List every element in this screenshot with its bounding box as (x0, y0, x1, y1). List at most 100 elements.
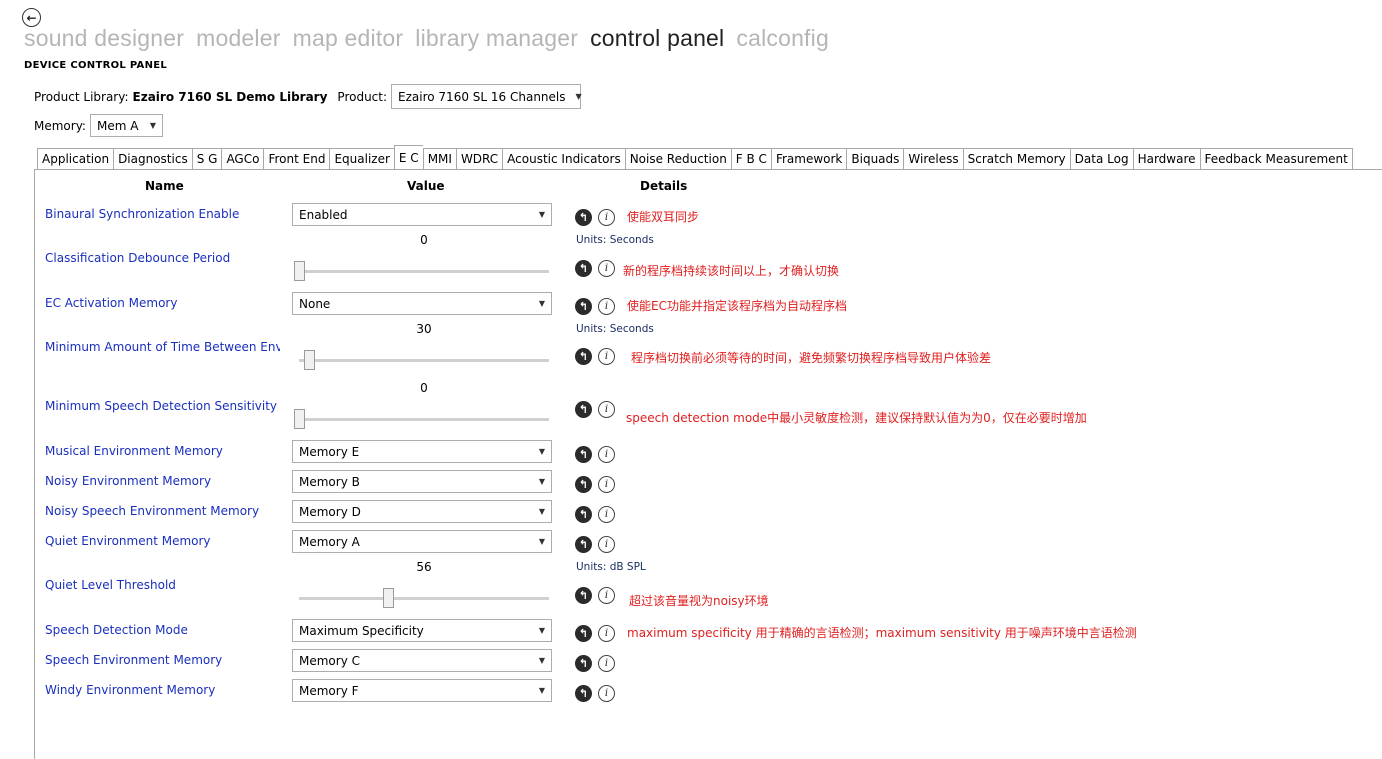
nav-modeler[interactable]: modeler (196, 25, 281, 52)
param-name: Classification Debounce Period (45, 251, 231, 265)
param-name: Quiet Level Threshold (45, 578, 176, 592)
param-dropdown[interactable]: Memory A ▼ (292, 530, 552, 553)
reset-icon[interactable]: ↰ (575, 625, 592, 642)
slider-track[interactable] (299, 418, 549, 421)
tab-noise-reduction[interactable]: Noise Reduction (624, 148, 731, 170)
reset-icon[interactable]: ↰ (575, 209, 592, 226)
param-dropdown-value: Memory B (299, 474, 360, 489)
tab-biquads[interactable]: Biquads (846, 148, 904, 170)
product-row: Product Library: Ezairo 7160 SL Demo Lib… (34, 84, 582, 109)
chevron-down-icon: ▼ (538, 299, 545, 308)
tab-front-end[interactable]: Front End (263, 148, 330, 170)
info-icon[interactable]: i (598, 260, 615, 277)
product-library-value: Ezairo 7160 SL Demo Library (132, 89, 328, 104)
tab-e-c[interactable]: E C (393, 145, 423, 170)
param-name: Minimum Speech Detection Sensitivity (45, 399, 278, 413)
column-header-name: Name (145, 179, 184, 193)
tab-data-log[interactable]: Data Log (1069, 148, 1133, 170)
reset-icon[interactable]: ↰ (575, 446, 592, 463)
slider-value: 30 (416, 322, 432, 336)
info-icon[interactable]: i (598, 655, 615, 672)
param-dropdown[interactable]: Maximum Specificity ▼ (292, 619, 552, 642)
reset-icon[interactable]: ↰ (575, 685, 592, 702)
reset-icon[interactable]: ↰ (575, 506, 592, 523)
param-dropdown[interactable]: Enabled ▼ (292, 203, 552, 226)
tab-f-b-c[interactable]: F B C (730, 148, 771, 170)
nav-control-panel[interactable]: control panel (590, 25, 724, 52)
param-dropdown-value: Memory E (299, 444, 360, 459)
info-icon[interactable]: i (598, 506, 615, 523)
param-note: 超过该音量视为noisy环境 (629, 594, 769, 608)
param-note: 新的程序档持续该时间以上，才确认切换 (623, 264, 840, 278)
slider-track[interactable] (299, 597, 549, 600)
info-icon[interactable]: i (598, 209, 615, 226)
param-dropdown[interactable]: None ▼ (292, 292, 552, 315)
chevron-down-icon: ▼ (538, 686, 545, 695)
tab-acoustic-indicators[interactable]: Acoustic Indicators (502, 148, 625, 170)
memory-select[interactable]: Mem A ▼ (89, 114, 163, 137)
tab-wireless[interactable]: Wireless (903, 148, 963, 170)
tab-agco[interactable]: AGCo (221, 148, 264, 170)
reset-icon[interactable]: ↰ (575, 401, 592, 418)
slider-thumb[interactable] (304, 350, 315, 370)
param-name: Noisy Speech Environment Memory (45, 504, 260, 518)
param-name: Speech Environment Memory (45, 653, 223, 667)
param-name: EC Activation Memory (45, 296, 178, 310)
reset-icon[interactable]: ↰ (575, 476, 592, 493)
param-dropdown[interactable]: Memory B ▼ (292, 470, 552, 493)
tab-framework[interactable]: Framework (770, 148, 847, 170)
nav-calconfig[interactable]: calconfig (736, 25, 829, 52)
slider-thumb[interactable] (294, 409, 305, 429)
reset-icon[interactable]: ↰ (575, 655, 592, 672)
slider-thumb[interactable] (294, 261, 305, 281)
chevron-down-icon: ▼ (538, 626, 545, 635)
chevron-down-icon: ▼ (538, 477, 545, 486)
info-icon[interactable]: i (598, 348, 615, 365)
units-label: Units: Seconds (576, 323, 654, 335)
tab-equalizer[interactable]: Equalizer (329, 148, 394, 170)
info-icon[interactable]: i (598, 536, 615, 553)
tab-hardware[interactable]: Hardware (1132, 148, 1200, 170)
page-title: DEVICE CONTROL PANEL (24, 60, 168, 71)
tab-diagnostics[interactable]: Diagnostics (113, 148, 192, 170)
param-dropdown[interactable]: Memory F ▼ (292, 679, 552, 702)
nav-sound-designer[interactable]: sound designer (24, 25, 184, 52)
slider-track[interactable] (299, 270, 549, 273)
product-select[interactable]: Ezairo 7160 SL 16 Channels ▼ (391, 84, 582, 109)
slider-thumb[interactable] (383, 588, 394, 608)
info-icon[interactable]: i (598, 685, 615, 702)
tab-feedback-measurement[interactable]: Feedback Measurement (1199, 148, 1353, 170)
info-icon[interactable]: i (598, 476, 615, 493)
reset-icon[interactable]: ↰ (575, 587, 592, 604)
tab-s-g[interactable]: S G (191, 148, 222, 170)
nav-map-editor[interactable]: map editor (293, 25, 404, 52)
param-note: 使能EC功能并指定该程序档为自动程序档 (627, 299, 847, 313)
param-dropdown[interactable]: Memory C ▼ (292, 649, 552, 672)
units-label: Units: Seconds (576, 234, 654, 246)
param-dropdown[interactable]: Memory E ▼ (292, 440, 552, 463)
reset-icon[interactable]: ↰ (575, 298, 592, 315)
reset-icon[interactable]: ↰ (575, 348, 592, 365)
tab-scratch-memory[interactable]: Scratch Memory (962, 148, 1070, 170)
chevron-down-icon: ▼ (575, 92, 582, 101)
info-icon[interactable]: i (598, 298, 615, 315)
param-dropdown-value: Memory A (299, 534, 360, 549)
param-dropdown[interactable]: Memory D ▼ (292, 500, 552, 523)
info-icon[interactable]: i (598, 625, 615, 642)
info-icon[interactable]: i (598, 587, 615, 604)
nav-library-manager[interactable]: library manager (415, 25, 578, 52)
slider-track[interactable] (299, 359, 549, 362)
param-name: Musical Environment Memory (45, 444, 223, 458)
reset-icon[interactable]: ↰ (575, 260, 592, 277)
reset-icon[interactable]: ↰ (575, 536, 592, 553)
product-label: Product: (337, 89, 388, 104)
tab-wdrc[interactable]: WDRC (455, 148, 503, 170)
tab-application[interactable]: Application (37, 148, 114, 170)
column-header-details: Details (640, 179, 688, 193)
info-icon[interactable]: i (598, 446, 615, 463)
chevron-down-icon: ▼ (538, 507, 545, 516)
param-name: Quiet Environment Memory (45, 534, 211, 548)
tab-mmi[interactable]: MMI (422, 148, 456, 170)
info-icon[interactable]: i (598, 401, 615, 418)
param-name: Windy Environment Memory (45, 683, 216, 697)
